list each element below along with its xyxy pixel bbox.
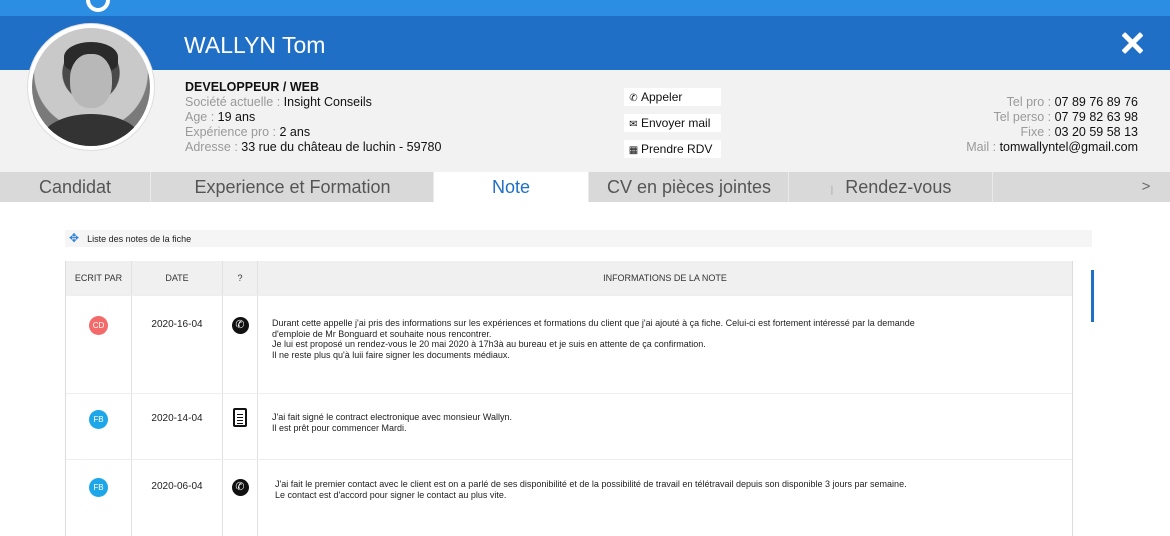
experience-line: Expérience pro : 2 ans (185, 125, 311, 139)
author-badge: FB (89, 410, 108, 429)
notes-section-header: ✥ Liste des notes de la fiche (65, 230, 1092, 247)
candidate-name: WALLYN Tom (184, 32, 326, 58)
phone-icon: ✆ (629, 93, 638, 104)
age-value: 19 ans (217, 110, 256, 124)
note-date: 2020-16-04 (151, 319, 203, 330)
app-logo-icon (86, 0, 110, 12)
table-row[interactable]: FB 2020-14-04 J'ai fait signé le contrac… (66, 394, 1072, 460)
table-header-row: ECRIT PAR DATE ? INFORMATIONS DE LA NOTE (66, 261, 1072, 296)
send-mail-button[interactable]: ✉ Envoyer mail (624, 114, 721, 132)
note-date: 2020-06-04 (151, 481, 203, 492)
tab-experience-formation[interactable]: Experience et Formation (152, 172, 434, 202)
contact-actions: ✆ Appeler ✉ Envoyer mail ▦ Prendre RDV (624, 88, 721, 166)
job-title: DEVELOPPEUR / WEB (185, 80, 320, 94)
tel-perso-line: Tel perso : 07 79 82 63 98 (993, 110, 1138, 124)
address-line: Adresse : 33 rue du château de luchin - … (185, 140, 442, 154)
tab-cv-pieces-jointes[interactable]: CV en pièces jointes (590, 172, 789, 202)
phone-icon: ✆ (231, 317, 249, 334)
calendar-icon: ▦ (628, 145, 639, 156)
table-row[interactable]: FB 2020-06-04 ✆ J'ai fait le premier con… (66, 460, 1072, 536)
title-bar: WALLYN Tom (0, 16, 1170, 70)
mail-line: Mail : tomwallyntel@gmail.com (966, 140, 1138, 154)
notes-table: ECRIT PAR DATE ? INFORMATIONS DE LA NOTE… (65, 261, 1073, 536)
scrollbar-thumb[interactable] (1091, 270, 1094, 322)
avatar (28, 24, 154, 150)
table-row[interactable]: CD 2020-16-04 ✆ Durant cette appelle j'a… (66, 296, 1072, 394)
experience-value: 2 ans (279, 125, 311, 139)
fixe-line: Fixe : 03 20 59 58 13 (1020, 125, 1138, 139)
close-icon[interactable] (1120, 30, 1146, 56)
age-line: Age : 19 ans (185, 110, 256, 124)
address-value: 33 rue du château de luchin - 59780 (241, 140, 442, 154)
author-badge: CD (89, 316, 108, 335)
phone-icon: ✆ (231, 479, 249, 496)
note-text: J'ai fait signé le contract electronique… (272, 412, 512, 433)
tabs-next-arrow-icon[interactable]: > (1122, 172, 1170, 202)
note-text: Durant cette appelle j'ai pris des infor… (272, 318, 915, 360)
profile-details: DEVELOPPEUR / WEB Société actuelle : Ins… (185, 80, 441, 155)
top-strip (0, 0, 1170, 16)
column-header-type: ? (223, 261, 258, 295)
note-date: 2020-14-04 (151, 413, 203, 424)
tab-note[interactable]: Note (434, 172, 589, 202)
tab-bar: Candidat Experience et Formation Note CV… (0, 172, 1170, 202)
tab-rendez-vous[interactable]: | Rendez-vous (790, 172, 993, 202)
envelope-icon: ✉ (629, 119, 638, 130)
notes-section-title: Liste des notes de la fiche (87, 234, 192, 244)
column-header-author: ECRIT PAR (66, 261, 132, 295)
call-button[interactable]: ✆ Appeler (624, 88, 721, 106)
document-icon (233, 408, 247, 427)
profile-photo (32, 28, 150, 146)
column-header-info: INFORMATIONS DE LA NOTE (603, 273, 727, 283)
company-line: Société actuelle : Insight Conseils (185, 95, 372, 109)
company-value: Insight Conseils (283, 95, 372, 109)
contact-details: Tel pro : 07 89 76 89 76 Tel perso : 07 … (966, 95, 1138, 155)
tel-pro-line: Tel pro : 07 89 76 89 76 (1006, 95, 1138, 109)
note-text: J'ai fait le premier contact avec le cli… (275, 479, 907, 500)
move-icon[interactable]: ✥ (69, 231, 79, 245)
book-appointment-button[interactable]: ▦ Prendre RDV (624, 140, 721, 158)
author-badge: FB (89, 478, 108, 497)
column-header-date: DATE (132, 261, 223, 295)
tab-candidat[interactable]: Candidat (0, 172, 151, 202)
